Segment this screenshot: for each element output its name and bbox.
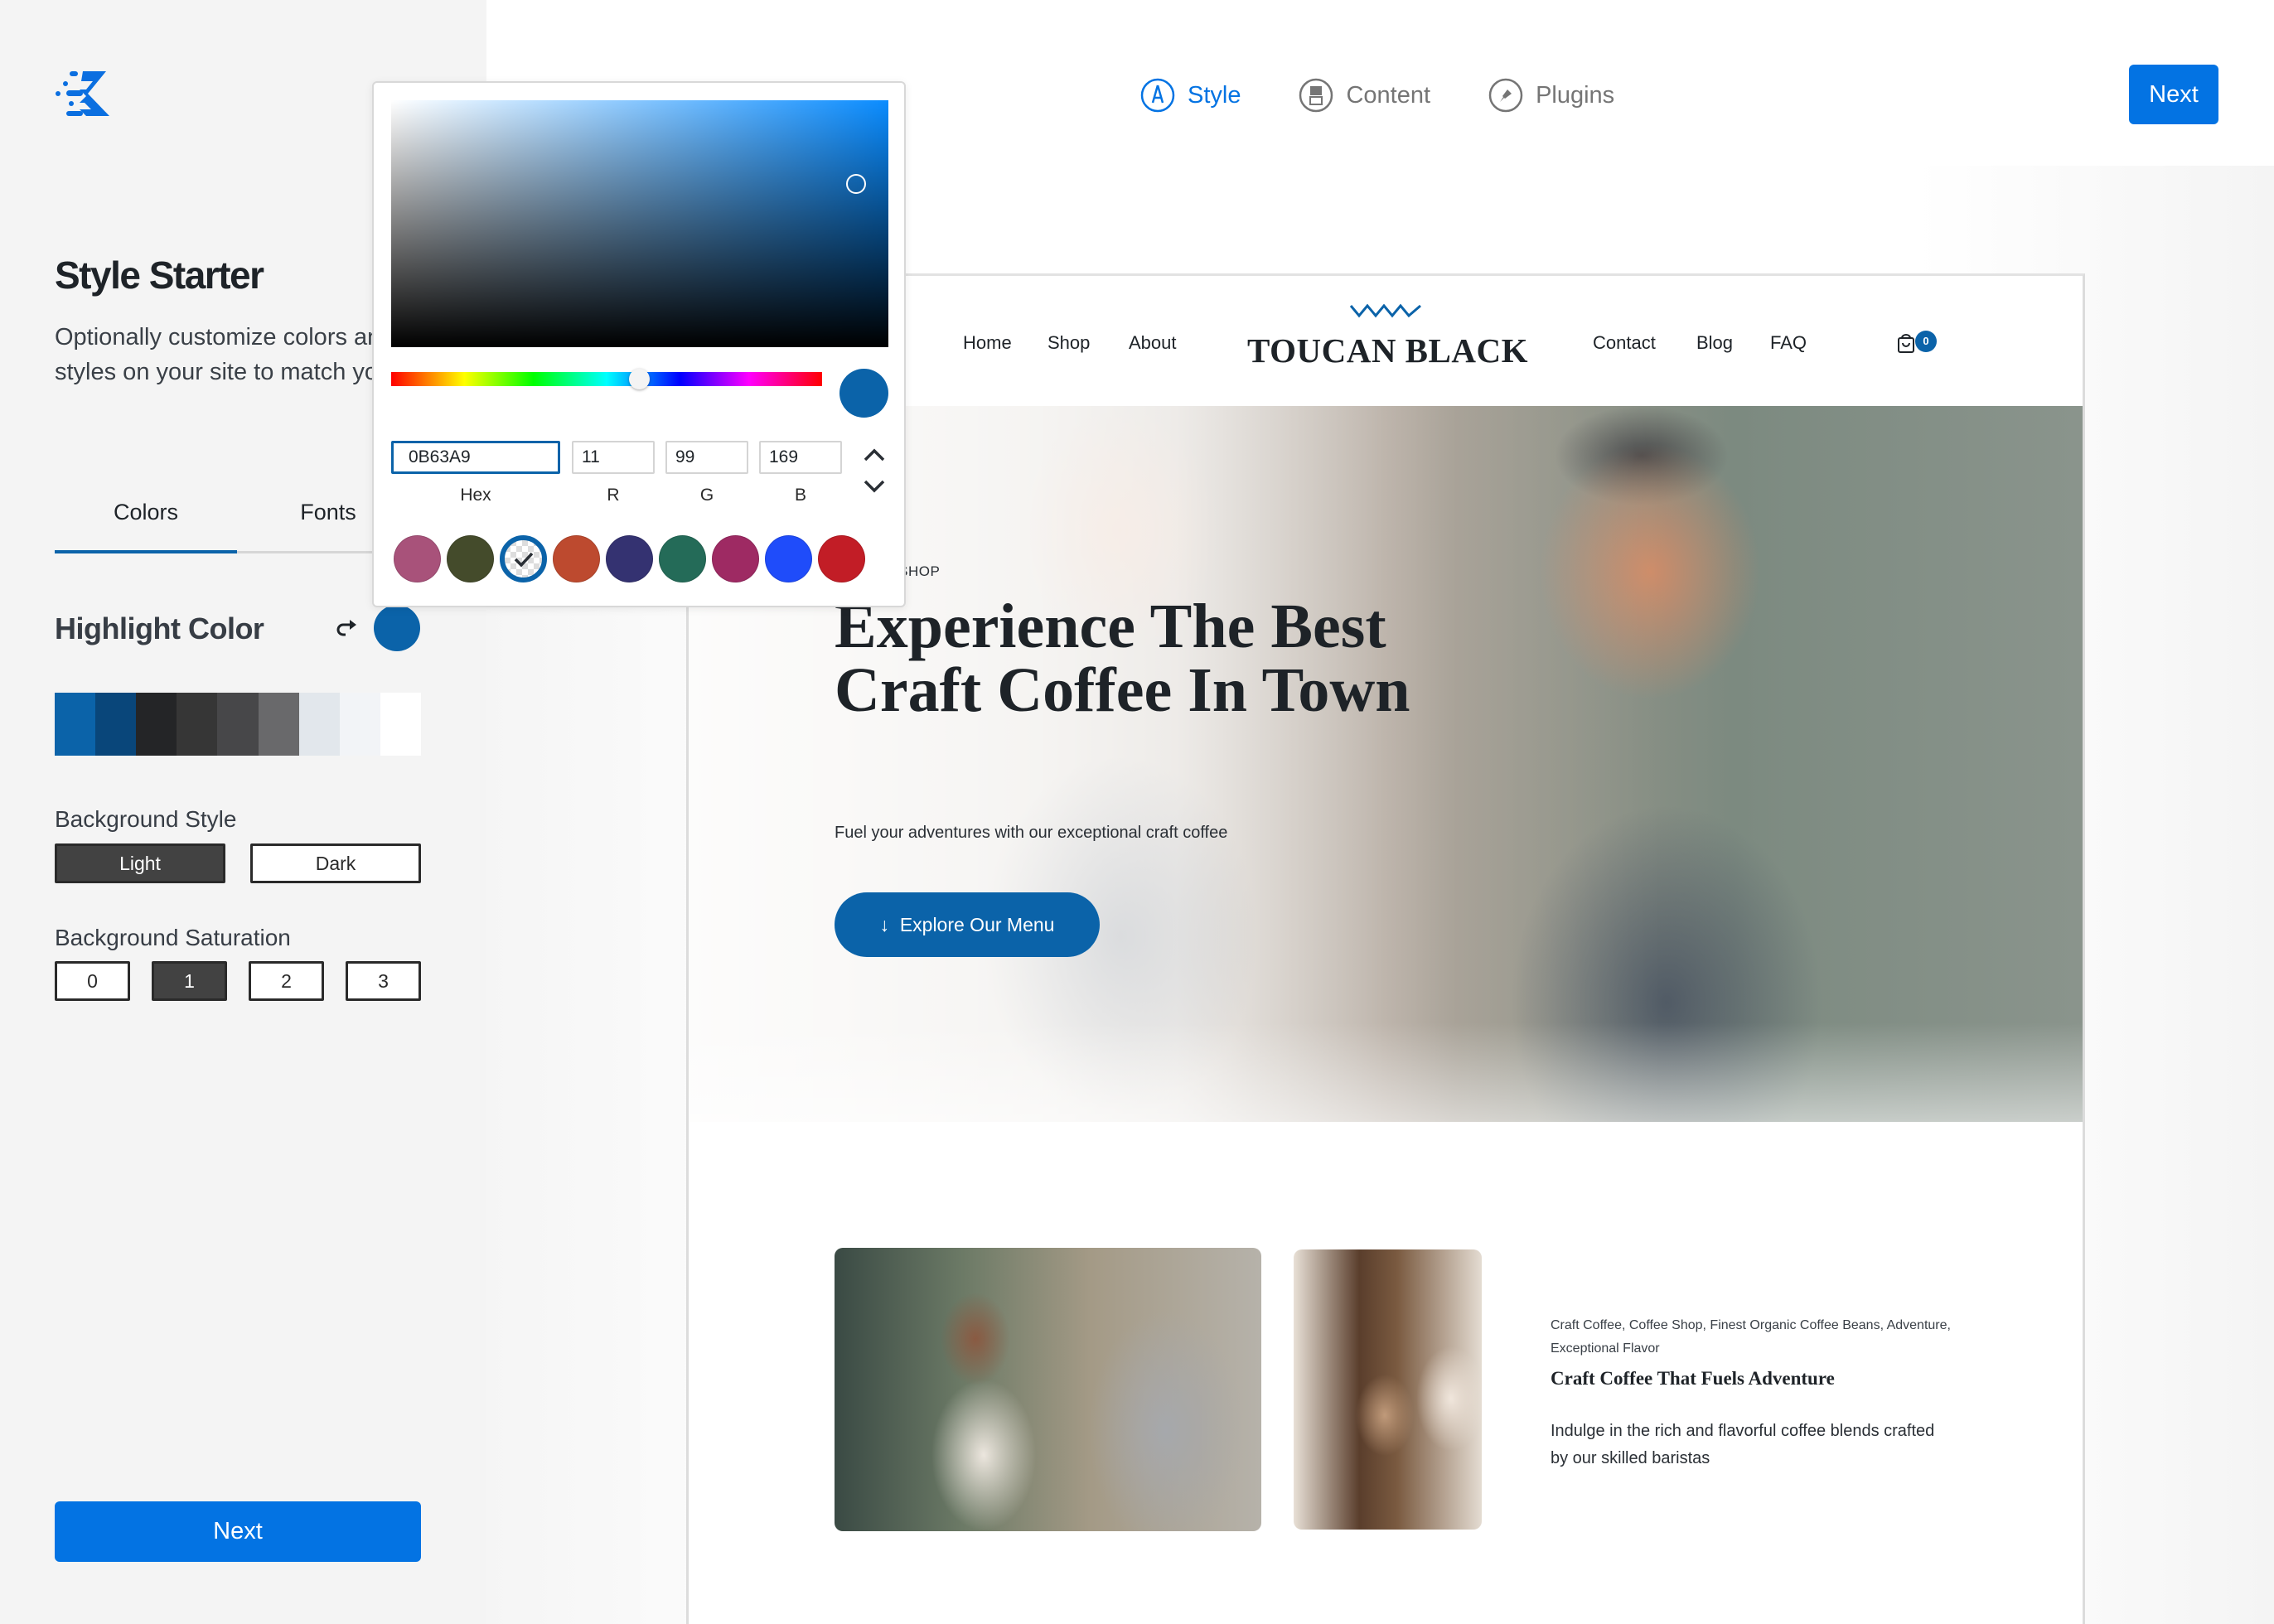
feature-title: Craft Coffee That Fuels Adventure	[1551, 1368, 1835, 1389]
step-style[interactable]: Style	[1140, 75, 1241, 116]
nav-link-contact[interactable]: Contact	[1593, 332, 1656, 354]
color-picker-popover: Hex R G B	[372, 81, 906, 607]
green-label: G	[699, 486, 714, 505]
background-style-light-button[interactable]: Light	[55, 843, 225, 883]
style-tabs: Colors Fonts	[55, 489, 419, 553]
tab-colors[interactable]: Colors	[55, 489, 237, 553]
palette-swatch	[95, 693, 137, 756]
saturation-2-button[interactable]: 2	[249, 961, 324, 1001]
chevron-down-icon[interactable]	[862, 477, 887, 495]
saturation-value-area[interactable]	[391, 100, 888, 347]
kadence-logo-icon	[56, 71, 109, 116]
background-saturation-toggle: 0 1 2 3	[55, 961, 421, 1001]
palette-swatch	[258, 693, 299, 756]
palette-swatch	[177, 693, 218, 756]
reset-redo-icon[interactable]	[333, 615, 360, 641]
background-style-label: Background Style	[55, 806, 237, 832]
palette-swatch	[217, 693, 259, 756]
saturation-0-button[interactable]: 0	[55, 961, 130, 1001]
preset-swatch[interactable]	[659, 535, 706, 582]
saturation-1-button[interactable]: 1	[152, 961, 227, 1001]
explore-menu-button[interactable]: ↓ Explore Our Menu	[835, 892, 1100, 957]
hex-label: Hex	[460, 486, 491, 505]
nav-link-home[interactable]: Home	[963, 332, 1012, 354]
red-input[interactable]	[572, 441, 655, 474]
step-plugins[interactable]: Plugins	[1488, 75, 1614, 116]
hero-subtitle: Fuel your adventures with our exceptiona…	[835, 824, 1228, 842]
hero-title: Experience The Best Craft Coffee In Town	[835, 592, 1410, 725]
preset-swatch-selected[interactable]	[500, 535, 547, 582]
hue-slider-handle[interactable]	[629, 369, 650, 389]
palette-swatch	[380, 693, 421, 756]
app-root: Style Starter Optionally customize color…	[0, 0, 2274, 1624]
shopping-bag-icon[interactable]	[1897, 334, 1915, 354]
sidebar-next-button[interactable]: Next	[55, 1501, 421, 1562]
plugin-plug-icon	[1488, 78, 1523, 113]
style-pen-icon	[1140, 78, 1175, 113]
feature-photo-market	[1294, 1249, 1482, 1530]
cart-count-badge: 0	[1915, 331, 1937, 352]
preset-swatch[interactable]	[818, 535, 865, 582]
step-content[interactable]: Content	[1299, 75, 1430, 116]
nav-link-faq[interactable]: FAQ	[1770, 332, 1807, 354]
hero-fade	[689, 1022, 2083, 1122]
blue-input[interactable]	[759, 441, 842, 474]
current-color-preview	[839, 369, 888, 418]
green-input[interactable]	[665, 441, 748, 474]
hue-slider[interactable]	[391, 369, 822, 389]
preset-swatch[interactable]	[394, 535, 441, 582]
hex-input[interactable]	[391, 441, 560, 474]
chevron-up-icon[interactable]	[862, 446, 887, 464]
site-brand-logo[interactable]: TOUCAN BLACK	[1247, 331, 1528, 370]
blue-label: B	[794, 486, 806, 505]
red-label: R	[607, 486, 620, 505]
wizard-stepper: Style Content Plugins	[1140, 75, 1672, 116]
content-layout-icon	[1299, 78, 1333, 113]
checkmark-icon	[514, 552, 533, 568]
palette-swatch	[298, 693, 340, 756]
nav-link-shop[interactable]: Shop	[1047, 332, 1090, 354]
header-next-button[interactable]: Next	[2129, 65, 2218, 124]
preset-color-swatches	[394, 535, 865, 582]
highlight-color-row: Highlight Color	[55, 605, 421, 655]
brand-wave-icon	[1349, 303, 1421, 318]
preset-swatch[interactable]	[606, 535, 653, 582]
preset-swatch[interactable]	[712, 535, 759, 582]
highlight-color-swatch[interactable]	[374, 605, 420, 651]
arrow-down-icon: ↓	[879, 914, 900, 935]
color-palette-strip	[55, 693, 421, 756]
palette-swatch	[55, 693, 96, 756]
background-style-toggle: Light Dark	[55, 843, 421, 883]
background-saturation-label: Background Saturation	[55, 925, 291, 950]
preset-swatch[interactable]	[447, 535, 494, 582]
feature-body: Indulge in the rich and flavorful coffee…	[1551, 1422, 1935, 1467]
palette-swatch	[136, 693, 177, 756]
highlight-color-label: Highlight Color	[55, 611, 264, 645]
page-title: Style Starter	[55, 254, 264, 297]
preset-swatch[interactable]	[765, 535, 812, 582]
saturation-value-handle[interactable]	[846, 174, 866, 195]
palette-swatch	[339, 693, 380, 756]
nav-link-blog[interactable]: Blog	[1696, 332, 1733, 354]
explore-menu-label: Explore Our Menu	[899, 914, 1055, 935]
nav-link-about[interactable]: About	[1129, 332, 1177, 354]
feature-tags: Craft Coffee, Coffee Shop, Finest Organi…	[1551, 1318, 1951, 1356]
step-content-label: Content	[1346, 81, 1431, 109]
background-style-dark-button[interactable]: Dark	[250, 843, 421, 883]
step-style-label: Style	[1188, 81, 1241, 109]
saturation-3-button[interactable]: 3	[346, 961, 421, 1001]
feature-photo-customer	[835, 1248, 1261, 1531]
preset-swatch[interactable]	[553, 535, 600, 582]
step-plugins-label: Plugins	[1536, 81, 1615, 109]
